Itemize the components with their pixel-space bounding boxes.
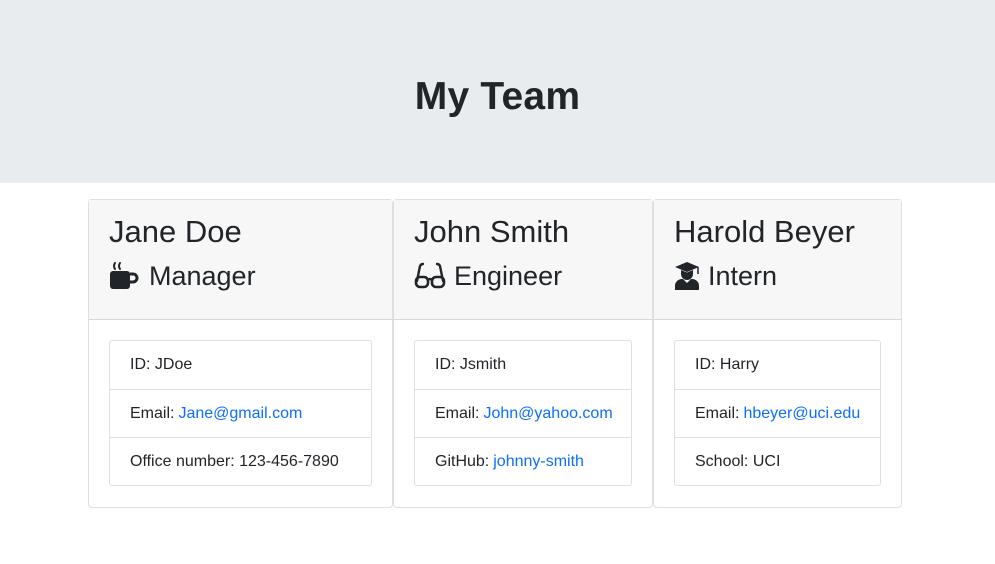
email-link[interactable]: hbeyer@uci.edu xyxy=(743,405,860,423)
id-row: ID: Harry xyxy=(675,341,880,389)
card-header: Harold Beyer Intern xyxy=(654,200,901,320)
employee-name: Harold Beyer xyxy=(674,214,855,249)
email-label: Email: xyxy=(130,404,175,422)
detail-list: ID: Harry Email: hbeyer@uci.edu School: U… xyxy=(674,340,881,486)
email-row: Email: Jane@gmail.com xyxy=(110,389,371,437)
employee-name: John Smith xyxy=(414,214,570,249)
employee-name: Jane Doe xyxy=(109,214,242,249)
email-link[interactable]: Jane@gmail.com xyxy=(178,405,302,423)
jumbotron-header: My Team xyxy=(0,0,995,183)
school-label: School: xyxy=(695,452,749,470)
email-row: Email: hbeyer@uci.edu xyxy=(675,389,880,437)
school-row: School: UCI xyxy=(675,437,880,485)
office-number-value: 123-456-7890 xyxy=(239,452,339,470)
card-header: John Smith Engineer xyxy=(394,200,652,320)
email-row: Email: John@yahoo.com xyxy=(415,389,631,437)
id-value: Harry xyxy=(719,356,760,373)
email-label: Email: xyxy=(435,404,480,422)
id-row: ID: Jsmith xyxy=(415,341,631,389)
id-value: JDoe xyxy=(154,356,193,373)
page-title: My Team xyxy=(414,74,581,118)
id-row: ID: JDoe xyxy=(110,341,371,389)
email-label: Email: xyxy=(695,404,740,422)
detail-list: ID: Jsmith Email: John@yahoo.com GitHub: j… xyxy=(414,340,632,486)
glasses-icon xyxy=(414,261,446,291)
id-value: Jsmith xyxy=(459,356,507,373)
email-link[interactable]: John@yahoo.com xyxy=(483,405,612,423)
coffee-mug-icon xyxy=(109,261,141,291)
role-label: Manager xyxy=(149,261,256,291)
github-row: GitHub: johnny-smith xyxy=(415,437,631,485)
github-label: GitHub: xyxy=(435,452,490,470)
employee-role: Manager xyxy=(109,259,372,293)
employee-role: Intern xyxy=(674,259,881,293)
github-link[interactable]: johnny-smith xyxy=(493,453,584,471)
office-number-row: Office number: 123-456-7890 xyxy=(110,437,371,485)
role-label: Engineer xyxy=(454,261,563,291)
id-label: ID: xyxy=(130,356,151,373)
id-label: ID: xyxy=(435,356,456,373)
graduate-icon xyxy=(674,261,700,291)
id-label: ID: xyxy=(695,356,716,373)
school-value: UCI xyxy=(752,452,781,470)
role-label: Intern xyxy=(708,261,778,291)
employee-card-engineer: John Smith Engineer ID: Jsmith Email: Joh… xyxy=(393,199,653,508)
employee-card-manager: Jane Doe Manager ID: JDoe Email: Jane@gma… xyxy=(88,199,393,508)
employee-role: Engineer xyxy=(414,259,632,293)
employee-card-intern: Harold Beyer Intern ID: Harry Email: hbey… xyxy=(653,199,902,508)
office-number-label: Office number: xyxy=(130,452,235,470)
detail-list: ID: JDoe Email: Jane@gmail.com Office num… xyxy=(109,340,372,486)
card-header: Jane Doe Manager xyxy=(89,200,392,320)
